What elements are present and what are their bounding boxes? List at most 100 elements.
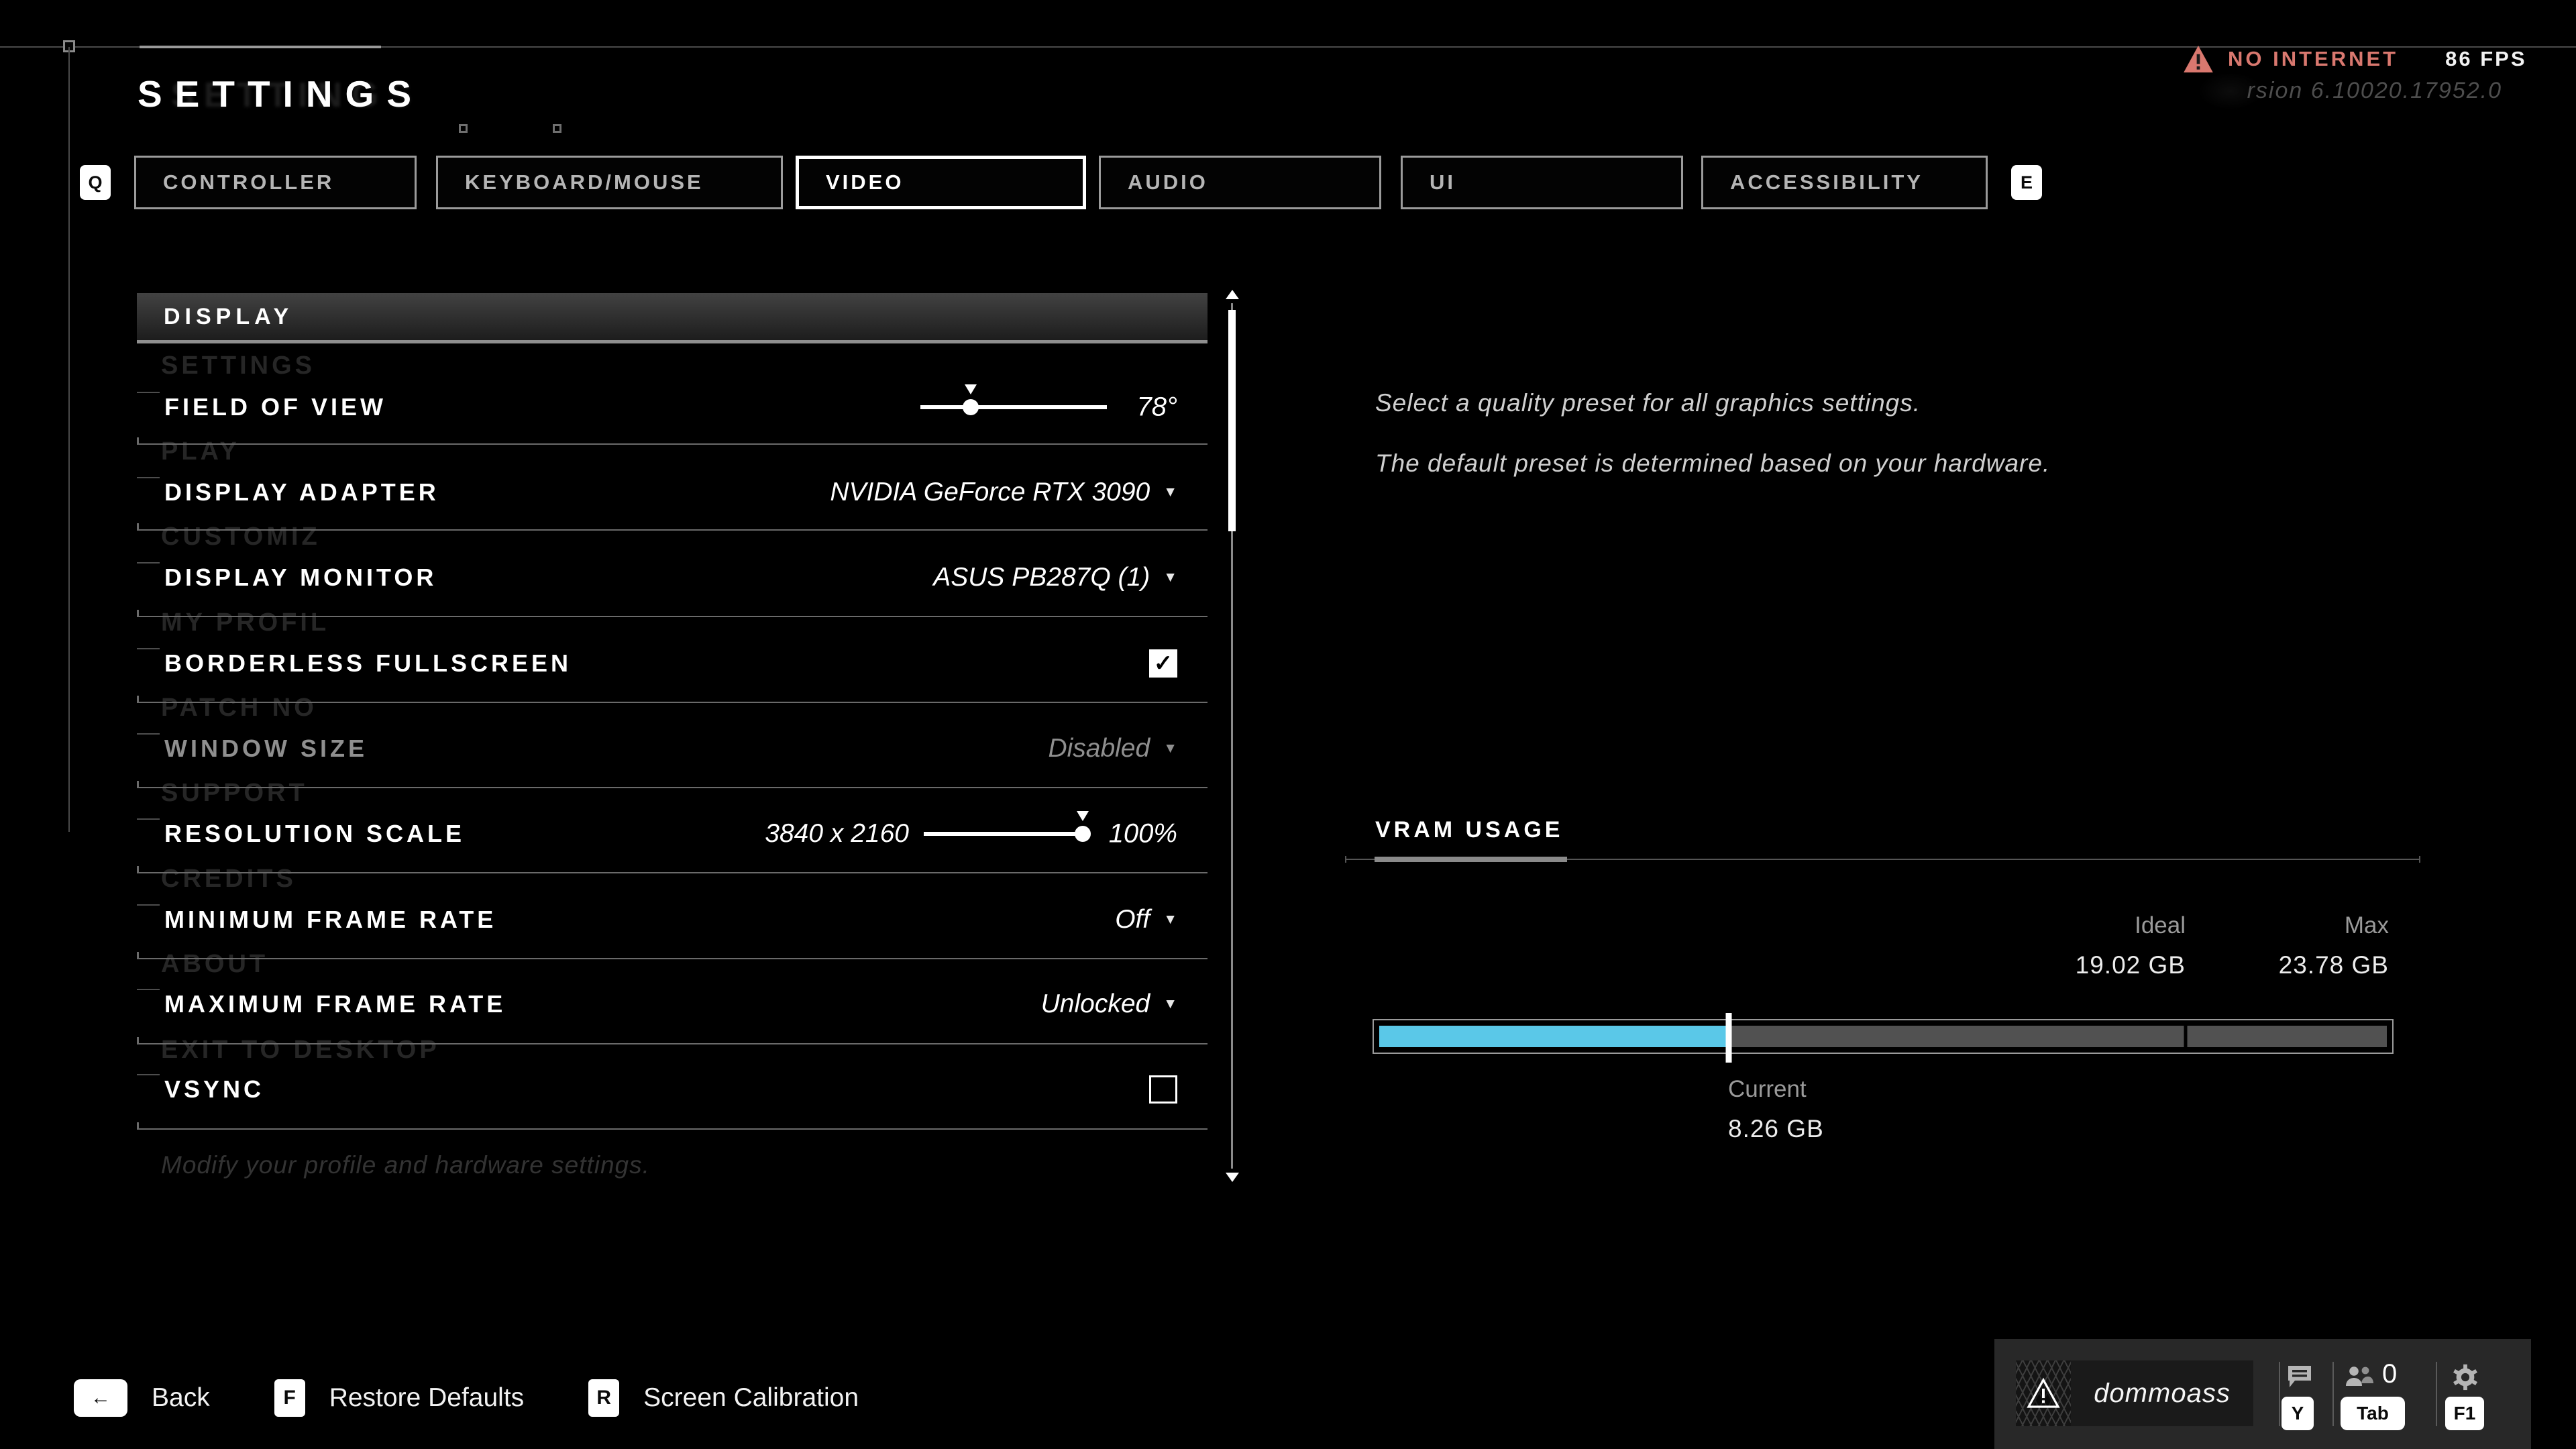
section-header-underline	[137, 340, 1208, 343]
tab-audio[interactable]: AUDIO	[1099, 156, 1381, 209]
top-frame-line-highlight	[140, 46, 381, 48]
social-count: 0	[2382, 1359, 2397, 1389]
setting-label: MINIMUM FRAME RATE	[164, 906, 496, 934]
row-separator	[137, 1128, 1208, 1130]
window-size-dropdown: Disabled ▼	[1048, 734, 1177, 763]
people-icon[interactable]	[2343, 1363, 2374, 1390]
slider-track[interactable]	[924, 832, 1083, 836]
chat-icon[interactable]	[2286, 1363, 2314, 1390]
setting-label: DISPLAY ADAPTER	[164, 478, 439, 506]
setting-row-minimum-frame-rate[interactable]: MINIMUM FRAME RATE Off ▼	[137, 890, 1208, 950]
left-frame-line	[68, 47, 70, 832]
setting-row-field-of-view[interactable]: FIELD OF VIEW 78°	[137, 377, 1208, 437]
player-name[interactable]: dommoass	[2071, 1360, 2253, 1426]
slider-marker-icon	[965, 384, 977, 394]
setting-label: VSYNC	[164, 1075, 264, 1104]
setting-label: RESOLUTION SCALE	[164, 820, 465, 848]
scrollbar-up-arrow[interactable]	[1226, 290, 1239, 299]
chevron-down-icon: ▼	[1163, 570, 1177, 586]
player-avatar[interactable]	[2016, 1360, 2071, 1426]
fps-counter: 86 FPS	[2445, 47, 2526, 71]
warning-icon	[2184, 46, 2213, 72]
settings-key[interactable]: F1	[2445, 1397, 2484, 1430]
resolution-text: 3840 x 2160	[765, 819, 909, 849]
scrollbar-thumb[interactable]	[1228, 310, 1236, 531]
row-separator	[137, 787, 1208, 788]
setting-label: BORDERLESS FULLSCREEN	[164, 649, 572, 678]
tab-video[interactable]: VIDEO	[796, 156, 1086, 209]
borderless-fullscreen-checkbox[interactable]: ✓	[1149, 649, 1177, 678]
gear-icon[interactable]	[2451, 1363, 2480, 1391]
preset-description-line2: The default preset is determined based o…	[1375, 449, 2050, 478]
vram-ideal-value: 19.02 GB	[2076, 951, 2186, 979]
chevron-down-icon: ▼	[1163, 996, 1177, 1012]
restore-defaults-key[interactable]: F	[274, 1379, 305, 1417]
slider-track[interactable]	[920, 405, 1107, 409]
minimum-frame-rate-dropdown[interactable]: Off ▼	[1115, 905, 1177, 934]
chat-key[interactable]: Y	[2282, 1397, 2314, 1430]
checkmark-icon: ✓	[1154, 652, 1173, 675]
vram-usage-title: VRAM USAGE	[1375, 817, 1563, 843]
setting-label: FIELD OF VIEW	[164, 393, 386, 421]
tab-next-hotkey: E	[2011, 165, 2042, 200]
row-separator	[137, 616, 1208, 617]
screen-calibration-label[interactable]: Screen Calibration	[643, 1383, 859, 1413]
setting-row-vsync[interactable]: VSYNC	[137, 1059, 1208, 1120]
ghost-description: Modify your profile and hardware setting…	[161, 1151, 650, 1179]
fov-value: 78°	[1137, 392, 1178, 423]
tab-keyboard-mouse[interactable]: KEYBOARD/MOUSE	[436, 156, 783, 209]
slider-knob[interactable]	[1075, 826, 1091, 842]
setting-row-maximum-frame-rate[interactable]: MAXIMUM FRAME RATE Unlocked ▼	[137, 974, 1208, 1034]
version-label: rsion 6.10020.17952.0	[2226, 78, 2502, 104]
setting-label: MAXIMUM FRAME RATE	[164, 990, 506, 1018]
vram-ideal-label: Ideal	[2135, 912, 2186, 939]
avatar-warning-icon	[2026, 1377, 2061, 1410]
vram-usage-bar	[1373, 1019, 2394, 1054]
slider-knob[interactable]	[963, 399, 979, 415]
chevron-down-icon: ▼	[1163, 741, 1177, 757]
vram-bar-inner	[1379, 1026, 2387, 1047]
settings-screen: NO INTERNET 86 FPS rsion 6.10020.17952.0…	[0, 0, 2576, 1449]
panel-divider	[2332, 1362, 2334, 1426]
resolution-scale-value: 100%	[1109, 819, 1177, 849]
setting-row-display-monitor[interactable]: DISPLAY MONITOR ASUS PB287Q (1) ▼	[137, 547, 1208, 608]
ghost-key-hint-square	[553, 124, 561, 133]
connection-status: NO INTERNET 86 FPS	[2184, 42, 2527, 76]
vram-current-marker	[1726, 1013, 1732, 1063]
setting-row-borderless-fullscreen[interactable]: BORDERLESS FULLSCREEN ✓	[137, 633, 1208, 694]
setting-row-resolution-scale[interactable]: RESOLUTION SCALE 3840 x 2160 100%	[137, 804, 1208, 864]
setting-label: WINDOW SIZE	[164, 735, 368, 763]
chevron-down-icon: ▼	[1163, 484, 1177, 500]
display-adapter-dropdown[interactable]: NVIDIA GeForce RTX 3090 ▼	[830, 478, 1177, 507]
vram-max-value: 23.78 GB	[2279, 951, 2389, 979]
setting-row-display-adapter[interactable]: DISPLAY ADAPTER NVIDIA GeForce RTX 3090 …	[137, 462, 1208, 523]
screen-calibration-key[interactable]: R	[588, 1379, 619, 1417]
vram-current-label: Current	[1728, 1076, 1807, 1103]
section-header-display: DISPLAY	[137, 293, 1208, 340]
slider-marker-icon	[1077, 811, 1089, 821]
page-title: SETTINGS	[138, 72, 424, 115]
tab-accessibility[interactable]: ACCESSIBILITY	[1701, 156, 1988, 209]
back-label[interactable]: Back	[152, 1383, 210, 1413]
tab-controller[interactable]: CONTROLLER	[134, 156, 417, 209]
vram-divider-accent	[1375, 857, 1567, 862]
preset-description-line1: Select a quality preset for all graphics…	[1375, 389, 1921, 417]
player-panel: dommoass Y 0 Tab F1	[1994, 1339, 2531, 1449]
row-separator	[137, 958, 1208, 959]
display-monitor-dropdown[interactable]: ASUS PB287Q (1) ▼	[933, 563, 1177, 592]
restore-defaults-label[interactable]: Restore Defaults	[329, 1383, 524, 1413]
chevron-down-icon: ▼	[1163, 912, 1177, 928]
row-separator	[137, 702, 1208, 703]
setting-row-window-size: WINDOW SIZE Disabled ▼	[137, 718, 1208, 779]
tab-ui[interactable]: UI	[1401, 156, 1683, 209]
ghost-key-hint-square	[459, 124, 468, 133]
social-key[interactable]: Tab	[2341, 1397, 2405, 1430]
vram-ideal-divider	[2184, 1026, 2187, 1047]
no-internet-label: NO INTERNET	[2228, 47, 2398, 71]
tab-prev-hotkey: Q	[80, 165, 111, 200]
maximum-frame-rate-dropdown[interactable]: Unlocked ▼	[1041, 989, 1177, 1019]
row-separator	[137, 872, 1208, 873]
scrollbar-down-arrow[interactable]	[1226, 1173, 1239, 1182]
back-key[interactable]: ←	[74, 1379, 127, 1417]
vsync-checkbox[interactable]	[1149, 1075, 1177, 1104]
